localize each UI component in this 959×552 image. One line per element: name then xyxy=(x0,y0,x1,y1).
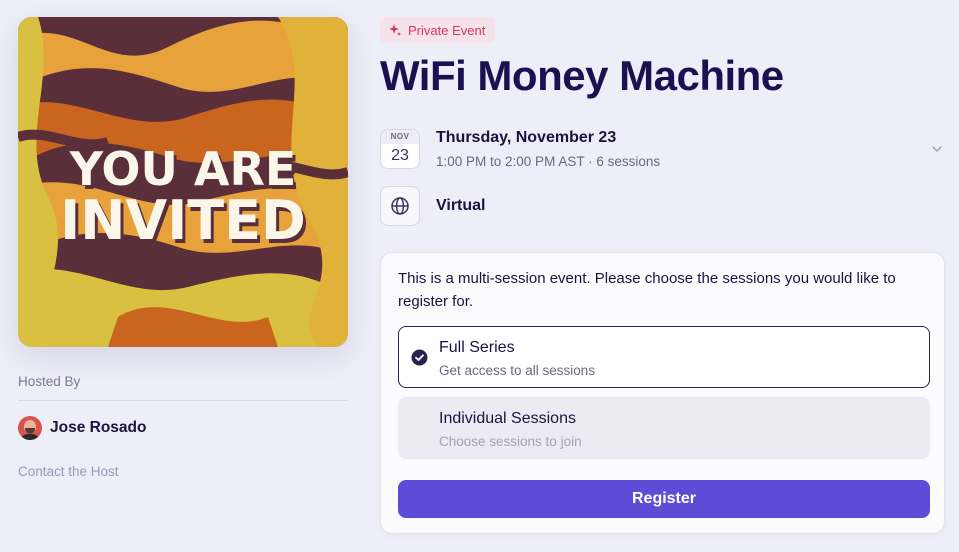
date-tile-month: NOV xyxy=(381,130,419,144)
option-subtitle: Choose sessions to join xyxy=(439,434,582,449)
option-individual-sessions[interactable]: Individual Sessions Choose sessions to j… xyxy=(398,397,930,459)
option-title: Individual Sessions xyxy=(439,410,576,427)
globe-icon xyxy=(391,197,409,215)
badge-label: Private Event xyxy=(408,22,486,38)
sparkle-icon xyxy=(389,24,401,36)
location-tile xyxy=(380,186,420,226)
date-tile: NOV 23 xyxy=(380,129,420,169)
option-subtitle: Get access to all sessions xyxy=(439,363,596,378)
option-full-series[interactable]: Full Series Get access to all sessions xyxy=(398,326,930,388)
hosted-by-label: Hosted By xyxy=(18,374,81,389)
private-event-badge: Private Event xyxy=(380,17,496,43)
event-time: 1:00 PM to 2:00 PM AST · 6 sessions xyxy=(436,154,661,169)
host-avatar[interactable] xyxy=(18,416,42,440)
register-button[interactable]: Register xyxy=(398,480,930,518)
event-location: Virtual xyxy=(436,197,486,214)
date-tile-day: 23 xyxy=(391,147,409,164)
registration-card: This is a multi-session event. Please ch… xyxy=(380,252,945,534)
event-cover-image: YOU ARE YOU ARE INVITED INVITED xyxy=(18,17,348,347)
cover-line1: YOU ARE xyxy=(69,142,297,196)
contact-host-link[interactable]: Contact the Host xyxy=(18,464,119,479)
host-name[interactable]: Jose Rosado xyxy=(50,419,146,437)
cover-line2: INVITED xyxy=(60,189,306,252)
host-profile[interactable]: Jose Rosado xyxy=(18,416,146,440)
chevron-down-icon[interactable] xyxy=(930,142,944,156)
registration-intro: This is a multi-session event. Please ch… xyxy=(398,270,896,310)
event-title: WiFi Money Machine xyxy=(380,52,784,99)
cover-artwork: YOU ARE YOU ARE INVITED INVITED xyxy=(18,17,348,347)
option-title: Full Series xyxy=(439,339,515,356)
check-circle-icon xyxy=(411,349,428,366)
host-divider xyxy=(18,400,348,401)
event-date: Thursday, November 23 xyxy=(436,129,617,146)
